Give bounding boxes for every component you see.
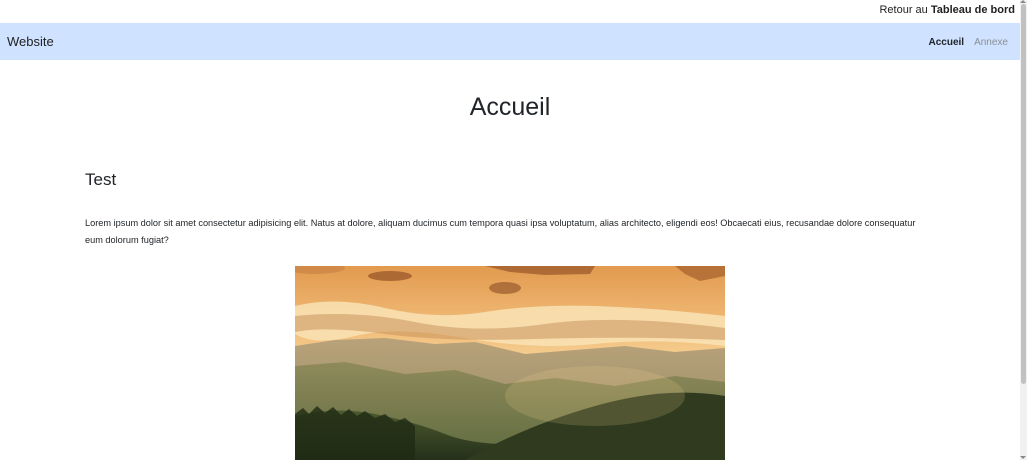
- vertical-scrollbar[interactable]: [1020, 0, 1027, 460]
- landscape-image: [295, 266, 725, 460]
- scroll-down-arrow-icon[interactable]: [1020, 456, 1026, 459]
- navbar: Website Accueil Annexe: [0, 23, 1020, 60]
- page: Retour au Tableau de bord Website Accuei…: [0, 0, 1027, 460]
- brand-link[interactable]: Website: [7, 34, 54, 49]
- section-title: Test: [85, 170, 117, 189]
- back-to-dashboard-link[interactable]: Retour au Tableau de bord: [879, 4, 1015, 16]
- page-title: Accueil: [469, 93, 551, 121]
- section-paragraph: Lorem ipsum dolor sit amet consectetur a…: [85, 218, 916, 245]
- nav-link-accueil[interactable]: Accueil: [929, 37, 965, 48]
- dashboard-label: Tableau de bord: [930, 4, 1015, 16]
- scrollbar-thumb[interactable]: [1021, 4, 1026, 384]
- nav-links: Accueil Annexe: [929, 37, 1009, 48]
- back-prefix: Retour au: [879, 4, 928, 16]
- admin-bar: Retour au Tableau de bord: [0, 0, 1027, 22]
- scroll-up-arrow-icon[interactable]: [1020, 0, 1026, 3]
- nav-link-annexe[interactable]: Annexe: [974, 37, 1008, 48]
